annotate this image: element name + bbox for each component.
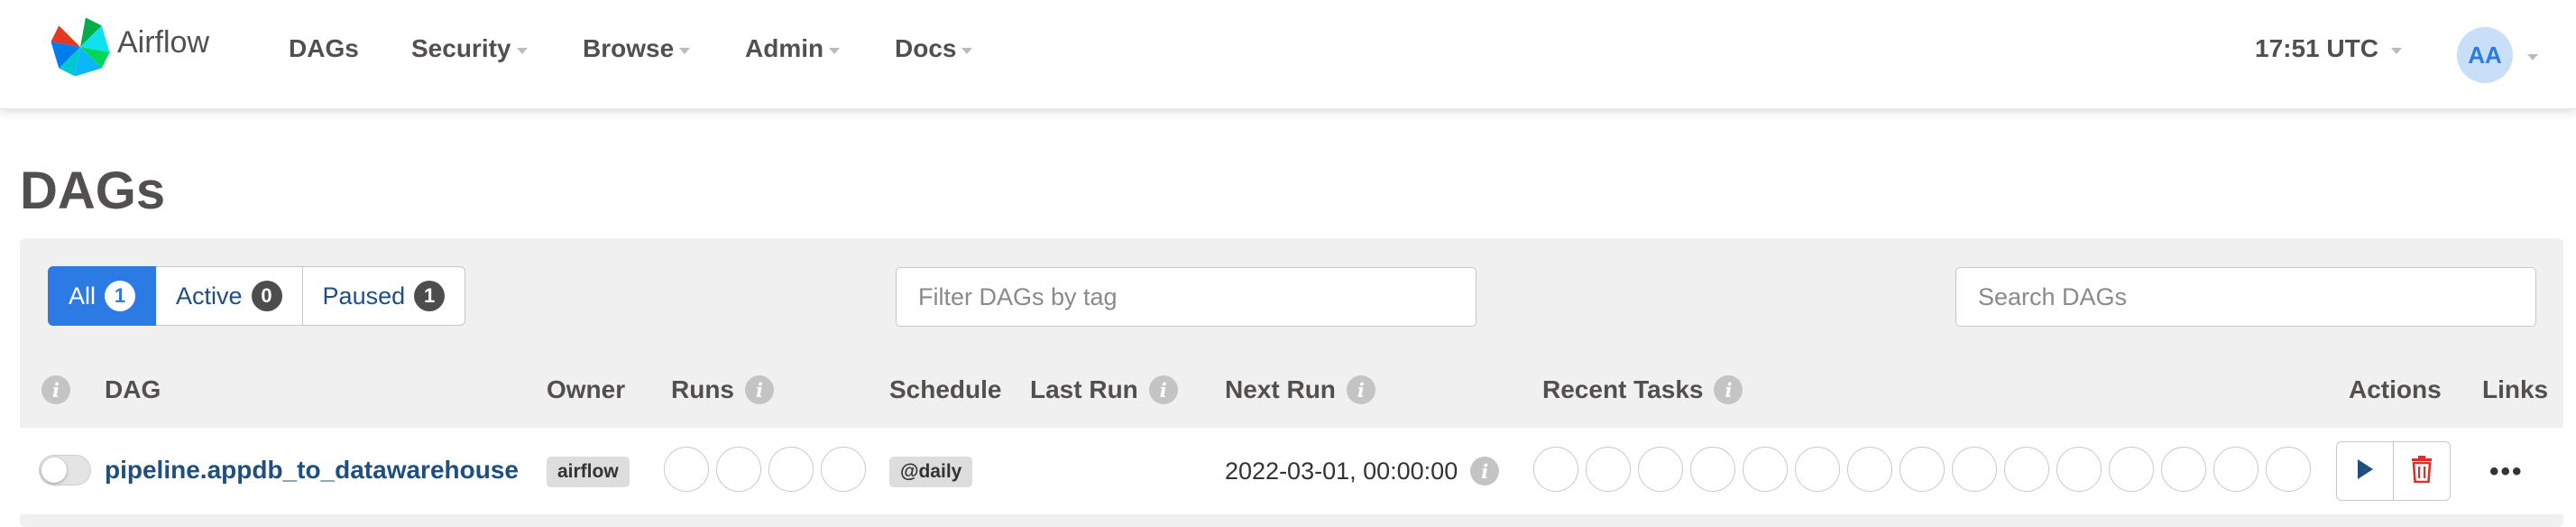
task-state-circle[interactable] <box>2004 447 2049 492</box>
trash-icon <box>2411 455 2433 487</box>
nav-admin-label: Admin <box>745 34 824 62</box>
status-filter-group: All 1 Active 0 Paused 1 <box>48 266 466 328</box>
column-recent-tasks-label: Recent Tasks <box>1542 375 1704 403</box>
filter-active-count-badge: 0 <box>251 281 282 311</box>
task-state-circle[interactable] <box>1900 447 1945 492</box>
last-run-info-icon[interactable]: i <box>1148 375 1178 404</box>
filter-paused-button[interactable]: Paused 1 <box>302 266 466 326</box>
column-last-run-label: Last Run <box>1030 375 1138 403</box>
column-header-runs: Runs i <box>671 375 774 404</box>
task-state-circle[interactable] <box>1847 447 1892 492</box>
dag-pause-toggle[interactable] <box>39 455 91 485</box>
caret-down-icon <box>829 47 841 54</box>
filter-all-count-badge: 1 <box>105 281 136 311</box>
toggle-knob <box>41 458 67 483</box>
column-header-recent-tasks: Recent Tasks i <box>1542 375 1743 404</box>
task-state-circle[interactable] <box>1690 447 1735 492</box>
task-state-circle[interactable] <box>1638 447 1683 492</box>
task-state-circle[interactable] <box>1586 447 1631 492</box>
airflow-pinwheel-icon <box>47 14 114 85</box>
info-header: i <box>41 375 70 404</box>
filter-active-button[interactable]: Active 0 <box>156 266 303 326</box>
caret-down-icon <box>2527 53 2538 60</box>
column-header-links: Links <box>2482 375 2548 404</box>
column-header-owner[interactable]: Owner <box>547 375 625 404</box>
run-state-circle[interactable] <box>821 447 866 492</box>
user-avatar: AA <box>2457 27 2513 83</box>
schedule-badge[interactable]: @daily <box>889 457 973 487</box>
filter-all-label: All <box>69 282 97 310</box>
filter-all-button[interactable]: All 1 <box>48 266 157 326</box>
caret-down-icon <box>2390 47 2402 54</box>
column-actions-label: Actions <box>2349 375 2442 403</box>
nav-docs-menu[interactable]: Docs <box>895 34 973 63</box>
column-header-schedule: Schedule <box>889 375 1001 404</box>
task-state-circle[interactable] <box>2213 447 2259 492</box>
recent-tasks-info-icon[interactable]: i <box>1714 375 1743 404</box>
info-icon[interactable]: i <box>41 375 70 404</box>
nav-security-menu[interactable]: Security <box>411 34 528 63</box>
nav-dags[interactable]: DAGs <box>289 34 359 63</box>
next-run-value: 2022-03-01, 00:00:00 <box>1225 457 1458 485</box>
task-state-circle[interactable] <box>2056 447 2102 492</box>
brand-home-link[interactable]: Airflow <box>47 16 209 81</box>
filter-paused-label: Paused <box>322 282 406 310</box>
play-icon <box>2356 458 2374 485</box>
run-state-circle[interactable] <box>664 447 709 492</box>
task-state-circle[interactable] <box>2109 447 2154 492</box>
caret-down-icon <box>516 47 528 54</box>
column-schedule-label: Schedule <box>889 375 1002 403</box>
top-navbar: Airflow DAGs Security Browse Admin Docs … <box>0 0 2576 109</box>
next-run-detail-info-icon[interactable]: i <box>1470 457 1500 485</box>
delete-dag-button[interactable] <box>2393 442 2450 500</box>
column-dag-label: DAG <box>105 375 161 403</box>
tag-filter-input[interactable] <box>896 267 1477 327</box>
caret-down-icon <box>961 47 973 54</box>
column-links-label: Links <box>2482 375 2549 403</box>
runs-info-icon[interactable]: i <box>745 375 774 404</box>
task-state-circle[interactable] <box>1795 447 1840 492</box>
column-owner-label: Owner <box>547 375 626 403</box>
run-state-circle[interactable] <box>716 447 761 492</box>
filter-paused-count-badge: 1 <box>414 281 446 311</box>
user-menu[interactable]: AA <box>2457 27 2538 83</box>
brand-name: Airflow <box>117 24 210 60</box>
next-run-info-icon[interactable]: i <box>1346 375 1375 404</box>
search-dags-input[interactable] <box>1955 267 2536 327</box>
nav-security-label: Security <box>411 34 511 62</box>
column-header-actions: Actions <box>2349 375 2442 404</box>
clock-time: 17:51 UTC <box>2255 34 2378 62</box>
column-header-dag[interactable]: DAG <box>105 375 161 404</box>
page-title: DAGs <box>20 162 166 220</box>
task-state-circle[interactable] <box>2266 447 2311 492</box>
run-state-circle[interactable] <box>768 447 814 492</box>
owner-tag[interactable]: airflow <box>547 457 630 487</box>
column-next-run-label: Next Run <box>1225 375 1336 403</box>
links-more-icon[interactable]: ••• <box>2489 457 2524 487</box>
column-runs-label: Runs <box>671 375 734 403</box>
timezone-clock-dropdown[interactable]: 17:51 UTC <box>2255 34 2402 63</box>
nav-browse-label: Browse <box>583 34 675 62</box>
nav-browse-menu[interactable]: Browse <box>583 34 691 63</box>
task-state-circle[interactable] <box>1533 447 1578 492</box>
dag-id-link[interactable]: pipeline.appdb_to_datawarehouse <box>105 456 519 485</box>
task-state-circle[interactable] <box>1952 447 1997 492</box>
next-run-cell: 2022-03-01, 00:00:00 i <box>1225 457 1500 485</box>
actions-button-group <box>2336 441 2451 501</box>
trigger-dag-button[interactable] <box>2337 442 2393 500</box>
column-header-last-run: Last Run i <box>1030 375 1178 404</box>
column-header-next-run: Next Run i <box>1225 375 1375 404</box>
nav-docs-label: Docs <box>895 34 957 62</box>
filter-active-label: Active <box>176 282 243 310</box>
task-state-circle[interactable] <box>2161 447 2206 492</box>
task-state-circle[interactable] <box>1743 447 1788 492</box>
caret-down-icon <box>679 47 691 54</box>
nav-admin-menu[interactable]: Admin <box>745 34 841 63</box>
nav-dags-label: DAGs <box>289 34 359 62</box>
